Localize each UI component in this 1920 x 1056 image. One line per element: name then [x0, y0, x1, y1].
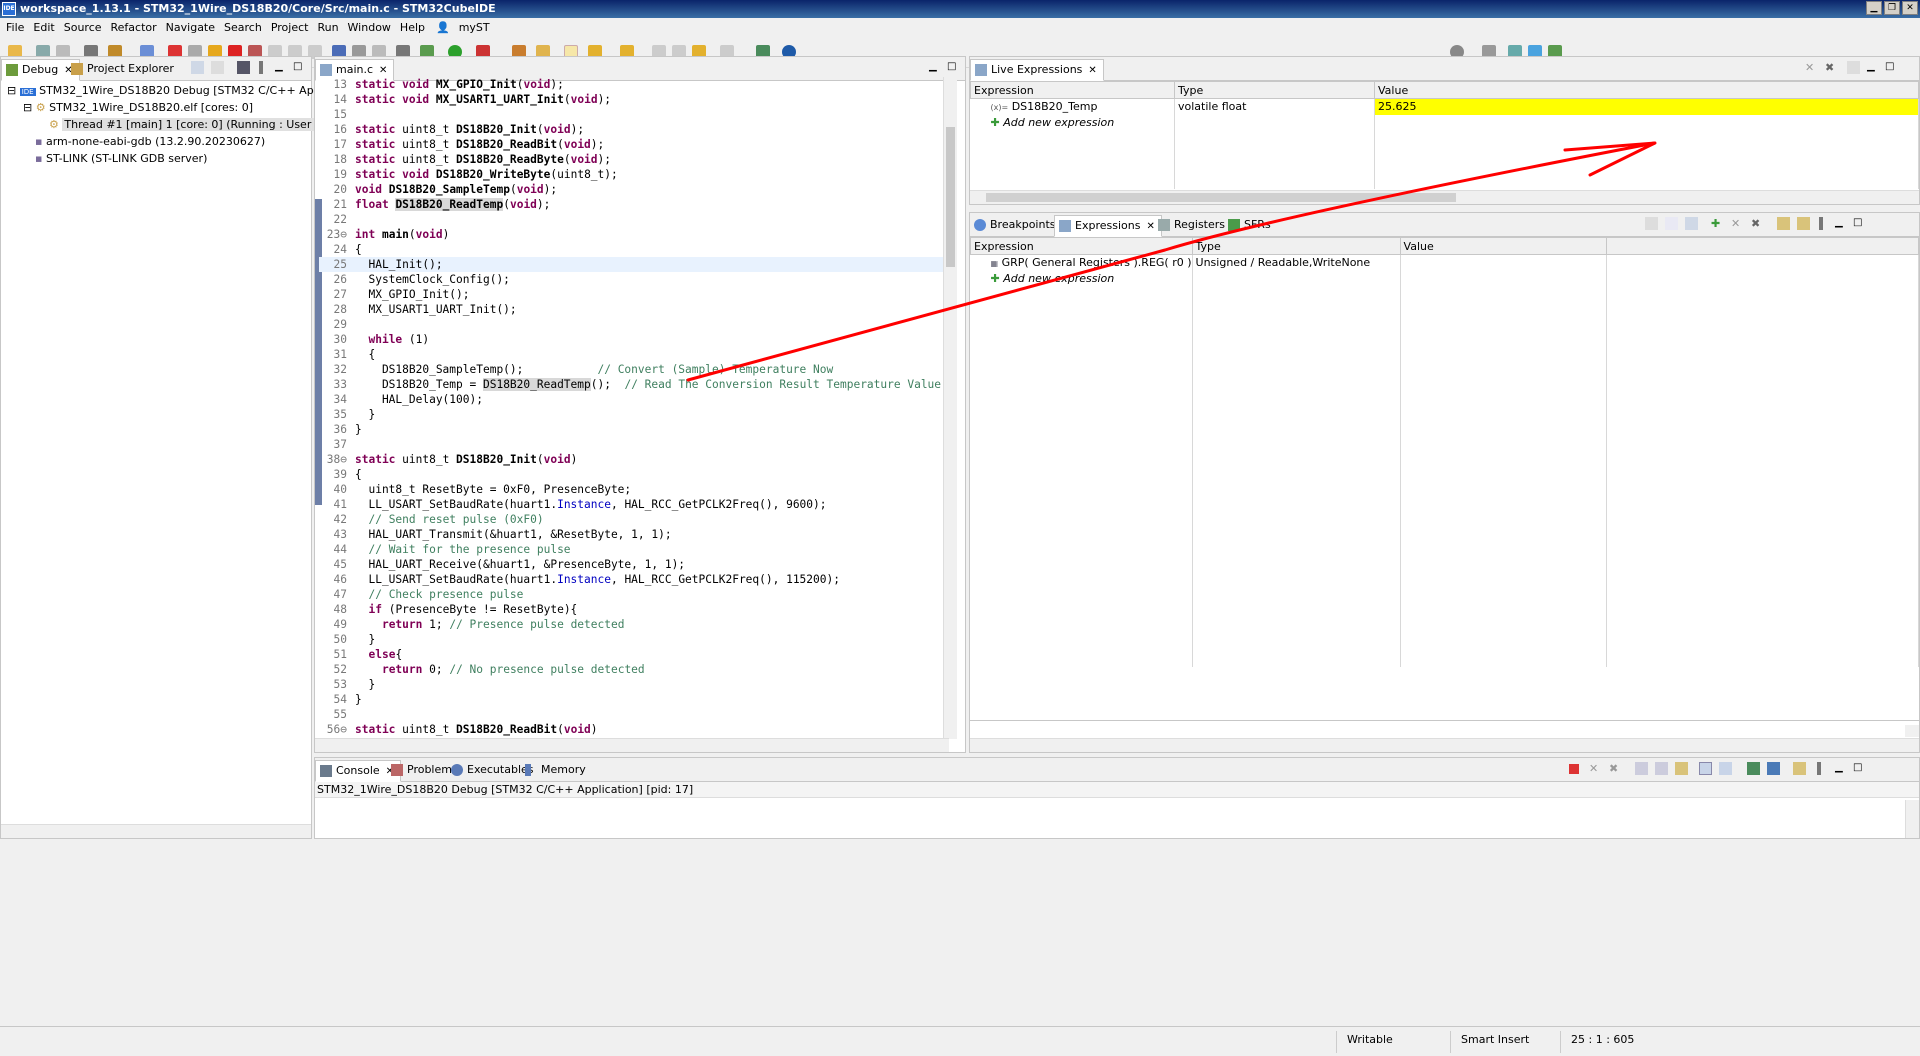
annotation-arrow — [686, 141, 1657, 382]
arrow-shaft — [686, 141, 1657, 382]
